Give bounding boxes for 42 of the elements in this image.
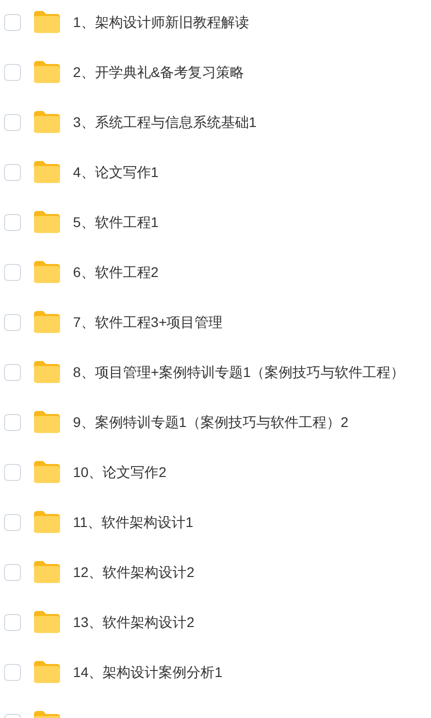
- folder-name[interactable]: 11、软件架构设计1: [73, 512, 194, 532]
- folder-icon: [34, 211, 60, 233]
- checkbox[interactable]: [4, 314, 21, 330]
- folder-name[interactable]: 14、架构设计案例分析1: [73, 662, 222, 682]
- checkbox[interactable]: [4, 14, 21, 30]
- folder-name[interactable]: 10、论文写作2: [73, 462, 166, 482]
- checkbox[interactable]: [4, 214, 21, 230]
- folder-icon: [34, 161, 60, 183]
- checkbox[interactable]: [4, 664, 21, 680]
- checkbox[interactable]: [4, 464, 21, 480]
- folder-icon: [34, 61, 60, 83]
- checkbox[interactable]: [4, 164, 21, 180]
- folder-name[interactable]: 12、软件架构设计2: [73, 562, 194, 582]
- checkbox[interactable]: [4, 364, 21, 380]
- folder-name[interactable]: 4、论文写作1: [73, 162, 159, 182]
- folder-icon: [34, 561, 60, 583]
- folder-name[interactable]: 5、软件工程1: [73, 212, 159, 232]
- checkbox[interactable]: [4, 114, 21, 130]
- checkbox[interactable]: [4, 264, 21, 280]
- folder-name[interactable]: 9、案例特训专题1（案例技巧与软件工程）2: [73, 412, 348, 432]
- folder-icon: [34, 361, 60, 383]
- folder-name[interactable]: 8、项目管理+案例特训专题1（案例技巧与软件工程）: [73, 362, 405, 382]
- checkbox[interactable]: [4, 564, 21, 580]
- checkbox[interactable]: [4, 614, 21, 630]
- folder-name[interactable]: 2、开学典礼&备考复习策略: [73, 62, 244, 82]
- folder-icon: [34, 11, 60, 33]
- folder-icon: [34, 461, 60, 483]
- folder-name[interactable]: 7、软件工程3+项目管理: [73, 312, 223, 332]
- folder-icon: [34, 261, 60, 283]
- folder-name[interactable]: 1、架构设计师新旧教程解读: [73, 12, 249, 32]
- folder-icon: [34, 311, 60, 333]
- folder-icon: [34, 411, 60, 433]
- folder-icon: [34, 661, 60, 683]
- folder-icon: [34, 111, 60, 133]
- checkbox[interactable]: [4, 414, 21, 430]
- folder-name[interactable]: 13、软件架构设计2: [73, 612, 194, 632]
- folder-icon: [34, 611, 60, 633]
- folder-name[interactable]: 3、系统工程与信息系统基础1: [73, 112, 257, 132]
- folder-icon: [34, 511, 60, 533]
- folder-name[interactable]: 6、软件工程2: [73, 262, 159, 282]
- checkbox[interactable]: [4, 64, 21, 80]
- checkbox[interactable]: [4, 514, 21, 530]
